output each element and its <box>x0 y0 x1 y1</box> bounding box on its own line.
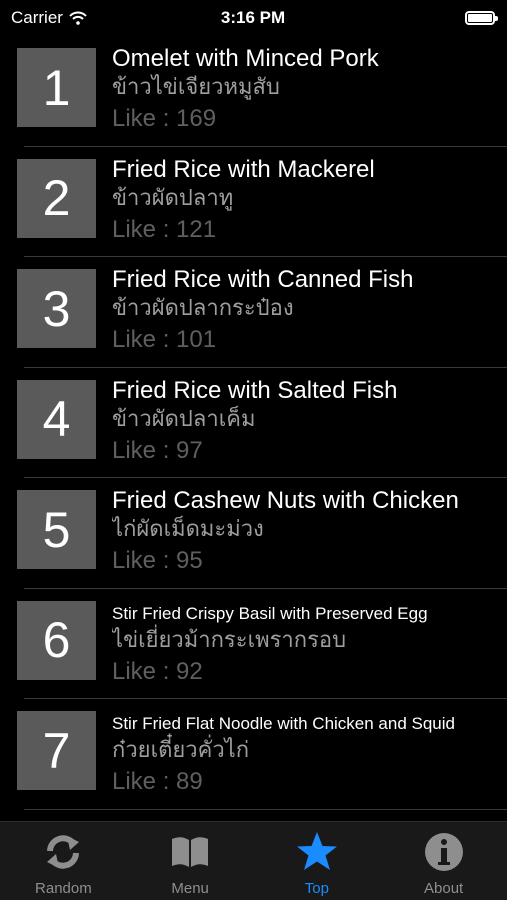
tab-top[interactable]: Top <box>254 822 381 900</box>
item-likes: Like : 169 <box>112 105 217 132</box>
list-item[interactable]: 2 Fried Rice with Mackerel ข้าวผัดปลาทู … <box>0 147 507 258</box>
battery-icon <box>465 11 498 25</box>
book-icon <box>172 837 209 867</box>
item-likes: Like : 97 <box>112 436 203 464</box>
tab-label: Random <box>35 880 92 897</box>
star-icon <box>296 832 337 870</box>
tab-random[interactable]: Random <box>0 822 127 900</box>
item-thai-name: ข้าวผัดปลากระป๋อง <box>112 296 294 321</box>
rank-badge: 4 <box>17 379 96 459</box>
status-bar: Carrier 3:16 PM <box>0 0 507 36</box>
item-thai-name: ข้าวผัดปลาทู <box>112 185 234 211</box>
item-thai-name: ไข่เยี่ยวม้ากระเพรากรอบ <box>112 627 347 653</box>
status-right <box>345 11 498 25</box>
tab-menu[interactable]: Menu <box>127 822 254 900</box>
item-likes: Like : 92 <box>112 657 203 685</box>
list-item[interactable]: 4 Fried Rice with Salted Fish ข้าวผัดปลา… <box>0 368 507 479</box>
item-title: Stir Fried Crispy Basil with Preserved E… <box>112 603 428 623</box>
random-icon <box>47 835 80 869</box>
tab-bar: Random Menu Top About <box>0 821 507 900</box>
tab-label: About <box>424 880 464 897</box>
top-menu-list[interactable]: 1 Omelet with Minced Pork ข้าวไข่เจียวหม… <box>0 36 507 822</box>
item-title: Omelet with Minced Pork <box>112 45 379 72</box>
item-thai-name: ไก่ผัดเม็ดมะม่วง <box>112 517 264 542</box>
list-item[interactable]: 3 Fried Rice with Canned Fish ข้าวผัดปลา… <box>0 257 507 368</box>
status-time: 3:16 PM <box>220 8 286 27</box>
item-likes: Like : 95 <box>112 547 203 574</box>
carrier-label: Carrier <box>11 8 63 27</box>
item-likes: Like : 121 <box>112 215 217 243</box>
tab-about[interactable]: About <box>380 822 507 900</box>
rank-badge: 3 <box>17 269 96 348</box>
list-item[interactable]: 7 Stir Fried Flat Noodle with Chicken an… <box>0 699 507 810</box>
item-title: Fried Cashew Nuts with Chicken <box>112 487 459 514</box>
rank-badge: 1 <box>17 48 96 127</box>
item-thai-name: ข้าวผัดปลาเค็ม <box>112 406 256 432</box>
item-thai-name: ข้าวไข่เจียวหมูสับ <box>112 75 280 100</box>
rank-badge: 5 <box>17 490 96 569</box>
item-likes: Like : 101 <box>112 326 217 353</box>
tab-label: Menu <box>171 880 209 897</box>
item-title: Fried Rice with Canned Fish <box>112 266 414 293</box>
list-item[interactable]: 1 Omelet with Minced Pork ข้าวไข่เจียวหม… <box>0 36 507 147</box>
rank-badge: 7 <box>17 711 96 790</box>
item-likes: Like : 89 <box>112 768 203 795</box>
rank-badge: 6 <box>17 600 96 680</box>
item-thai-name: ก๋วยเตี๋ยวคั่วไก่ <box>112 738 250 763</box>
list-item[interactable]: 5 Fried Cashew Nuts with Chicken ไก่ผัดเ… <box>0 478 507 589</box>
item-title: Fried Rice with Mackerel <box>112 155 375 183</box>
wifi-icon <box>69 11 87 25</box>
item-title: Fried Rice with Salted Fish <box>112 376 398 404</box>
list-item[interactable]: 6 Stir Fried Crispy Basil with Preserved… <box>0 589 507 700</box>
rank-badge: 2 <box>17 158 96 238</box>
tab-label: Top <box>304 880 329 897</box>
info-icon <box>424 833 463 871</box>
status-left: Carrier <box>11 8 161 28</box>
item-title: Stir Fried Flat Noodle with Chicken and … <box>112 714 455 733</box>
